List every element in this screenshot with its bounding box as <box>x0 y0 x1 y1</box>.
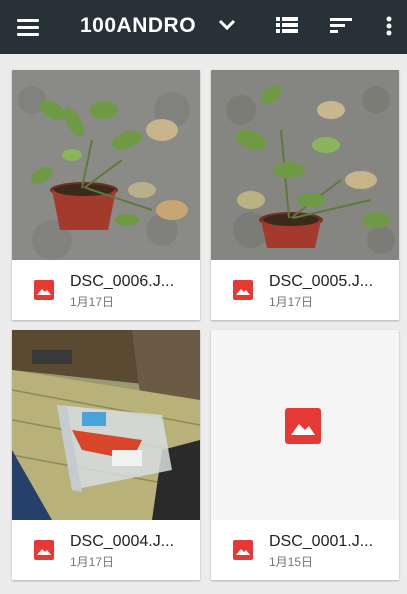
photo-thumbnail <box>211 70 399 260</box>
photo-thumbnail <box>12 70 200 260</box>
file-name: DSC_0001.J... <box>269 533 374 550</box>
image-file-icon <box>233 540 253 560</box>
file-date: 1月17日 <box>269 295 314 309</box>
file-card[interactable]: DSC_0006.J... 1月17日 <box>12 70 200 320</box>
list-view-icon[interactable] <box>272 12 302 42</box>
chevron-down-icon[interactable] <box>214 12 240 38</box>
app-bar: 100ANDRO <box>0 0 407 54</box>
file-card[interactable]: DSC_0001.J... 1月15日 <box>211 330 399 580</box>
file-card[interactable]: DSC_0005.J... 1月17日 <box>211 70 399 320</box>
image-file-icon <box>233 280 253 300</box>
menu-icon[interactable] <box>14 13 42 41</box>
image-file-icon <box>34 540 54 560</box>
sort-icon[interactable] <box>326 12 356 42</box>
file-name: DSC_0006.J... <box>70 273 175 290</box>
file-name: DSC_0004.J... <box>70 533 175 550</box>
file-date: 1月17日 <box>70 555 115 569</box>
image-file-icon <box>34 280 54 300</box>
folder-title[interactable]: 100ANDRO <box>80 12 196 40</box>
file-date: 1月15日 <box>269 555 314 569</box>
photo-thumbnail <box>12 330 200 520</box>
more-vert-icon[interactable] <box>378 12 400 42</box>
image-placeholder-icon <box>285 408 321 444</box>
file-date: 1月17日 <box>70 295 115 309</box>
file-name: DSC_0005.J... <box>269 273 374 290</box>
image-placeholder <box>211 330 399 520</box>
file-card[interactable]: DSC_0004.J... 1月17日 <box>12 330 200 580</box>
